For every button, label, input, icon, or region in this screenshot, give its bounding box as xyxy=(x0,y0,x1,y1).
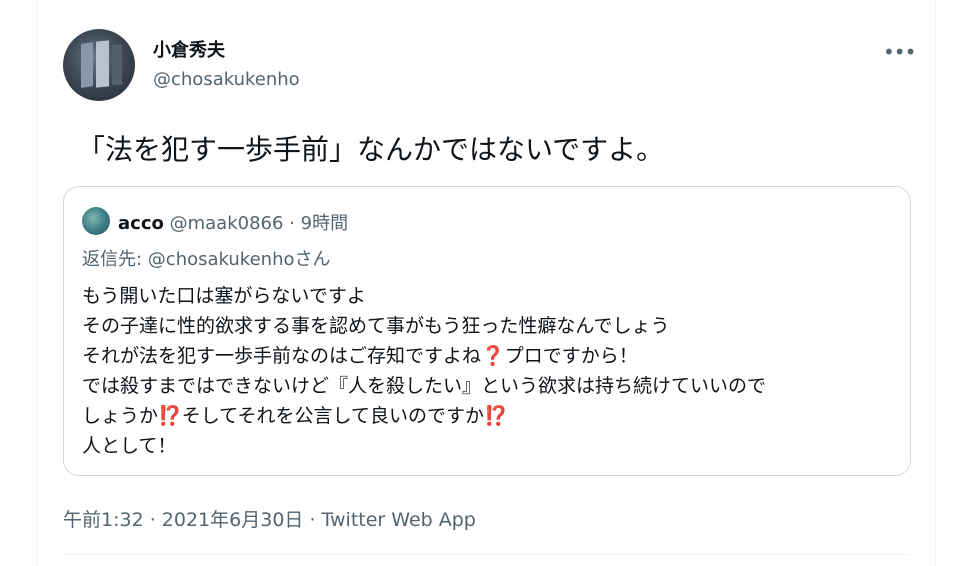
quoted-separator: · xyxy=(289,213,295,234)
quoted-line: それが法を犯す一歩手前なのはご存知ですよね❓プロですから！ xyxy=(82,345,638,367)
more-options-icon[interactable]: ••• xyxy=(883,40,916,64)
quoted-time: 9時間 xyxy=(300,213,349,234)
author-avatar[interactable] xyxy=(63,29,135,101)
interrobang-icon: ⁉️ xyxy=(483,405,508,427)
tweet-source-link[interactable]: Twitter Web App xyxy=(322,509,476,531)
reply-to-handle: @chosakukenho xyxy=(147,249,295,270)
quoted-body: もう開いた口は塞がらないですよ その子達に性的欲求する事を認めて事がもう狂った性… xyxy=(82,281,902,461)
question-mark-icon: ❓ xyxy=(481,345,505,367)
author-display-name[interactable]: 小倉秀夫 xyxy=(153,36,225,62)
quoted-line: しょうか⁉️そしてそれを公言して良いのですか⁉️ xyxy=(82,405,508,427)
quoted-header: acco @maak0866 · 9時間 xyxy=(118,209,348,235)
tweet-card: 小倉秀夫 @chosakukenho ••• 「法を犯す一歩手前」なんかではない… xyxy=(36,0,936,566)
quoted-tweet[interactable]: acco @maak0866 · 9時間 返信先: @chosakukenhoさ… xyxy=(63,186,911,476)
author-handle[interactable]: @chosakukenho xyxy=(153,69,300,90)
quoted-line: 人として！ xyxy=(82,435,177,457)
quoted-line: その子達に性的欲求する事を認めて事がもう狂った性癖なんでしょう xyxy=(82,315,670,337)
reply-suffix: さん xyxy=(294,249,331,270)
tweet-time[interactable]: 午前1:32 xyxy=(63,509,144,531)
tweet-date[interactable]: 2021年6月30日 xyxy=(162,509,304,531)
interrobang-icon: ⁉️ xyxy=(158,405,182,427)
reply-prefix: 返信先: xyxy=(82,249,148,270)
quoted-line: では殺すまではできないけど『人を殺したい』という欲求は持ち続けていいので xyxy=(82,375,767,397)
tweet-text: 「法を犯す一歩手前」なんかではないですよ。 xyxy=(77,133,665,166)
quoted-author-avatar xyxy=(82,207,110,235)
quoted-line: もう開いた口は塞がらないですよ xyxy=(82,285,366,307)
reply-context: 返信先: @chosakukenhoさん xyxy=(82,245,331,271)
bottom-divider xyxy=(63,554,909,555)
quoted-author-handle: @maak0866 xyxy=(169,213,284,234)
quoted-author-name: acco xyxy=(118,213,164,234)
tweet-timestamp: 午前1:32 · 2021年6月30日 · Twitter Web App xyxy=(63,509,476,531)
